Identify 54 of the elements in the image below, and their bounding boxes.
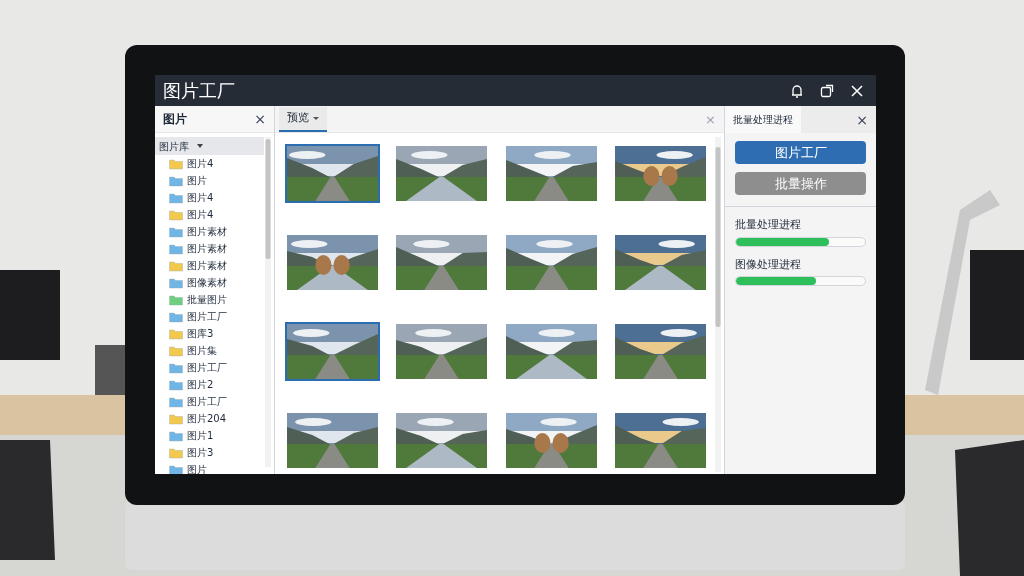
thumbnail[interactable] [287,324,378,379]
tree-item[interactable]: 图片2 [187,377,214,392]
action-button[interactable]: 图片工厂 [735,141,866,164]
tree-item[interactable]: 图片4 [187,156,214,171]
thumbnail[interactable] [614,324,706,379]
tree-item[interactable]: 图片1 [187,428,214,443]
close-button[interactable]: × [856,112,868,127]
close-icon[interactable] [850,83,864,98]
tree-item[interactable]: 图片4 [187,207,214,222]
thumbnail[interactable] [287,146,378,201]
tree-item[interactable]: 图片工厂 [187,360,227,375]
thumbnail[interactable] [287,235,378,290]
bell-icon[interactable] [790,83,804,98]
tree-item[interactable]: 图片工厂 [187,309,227,324]
thumbnail[interactable] [396,235,488,290]
tree-item[interactable]: 图片4 [187,190,214,205]
pen-holder [95,345,125,395]
tree-item[interactable]: 图片集 [187,343,217,358]
thumbnail[interactable] [614,235,706,290]
caret-icon [313,117,319,120]
panel-title: 图片 [163,111,187,128]
panel-tab[interactable]: 批量处理进程 [725,106,801,133]
tree-item[interactable]: 图片库 [159,138,189,154]
thumbnail[interactable] [614,413,706,468]
tree-row[interactable]: 图片库 [155,137,264,155]
tree-item[interactable]: 图片 [187,173,207,188]
tree-item[interactable]: 图片3 [187,445,214,460]
close-button[interactable]: × [254,112,266,126]
thumbnail[interactable] [505,235,597,290]
thumbnail[interactable] [614,146,706,201]
restore-icon[interactable] [820,83,834,98]
thumbnail[interactable] [505,413,597,468]
scrollbar[interactable] [714,137,722,472]
thumbnail[interactable] [396,324,488,379]
thumbnail[interactable] [287,413,378,468]
tree-item[interactable]: 图像素材 [187,275,227,290]
tree-item[interactable]: 图片工厂 [187,394,227,409]
expand-icon[interactable] [197,143,203,149]
scrollbar[interactable] [264,137,272,467]
progress-label: 图像处理进程 [735,256,802,273]
progress-label: 批量处理进程 [735,217,802,233]
thumbnail[interactable] [505,146,597,201]
window-title: 图片工厂 [163,79,235,103]
tree-item[interactable]: 图片素材 [187,224,227,239]
thumbnail[interactable] [396,413,488,468]
tree-item[interactable]: 批量图片 [187,292,227,307]
tree-item[interactable]: 图片 [187,462,207,474]
preview-tab[interactable]: 预览 [279,107,327,132]
tree-item[interactable]: 图片素材 [187,258,227,273]
tree-item[interactable]: 图库3 [187,326,214,341]
tree-item[interactable]: 图片204 [187,411,227,426]
thumbnail[interactable] [505,324,597,379]
tree-item[interactable]: 图片素材 [187,241,227,256]
thumbnail[interactable] [396,146,488,201]
